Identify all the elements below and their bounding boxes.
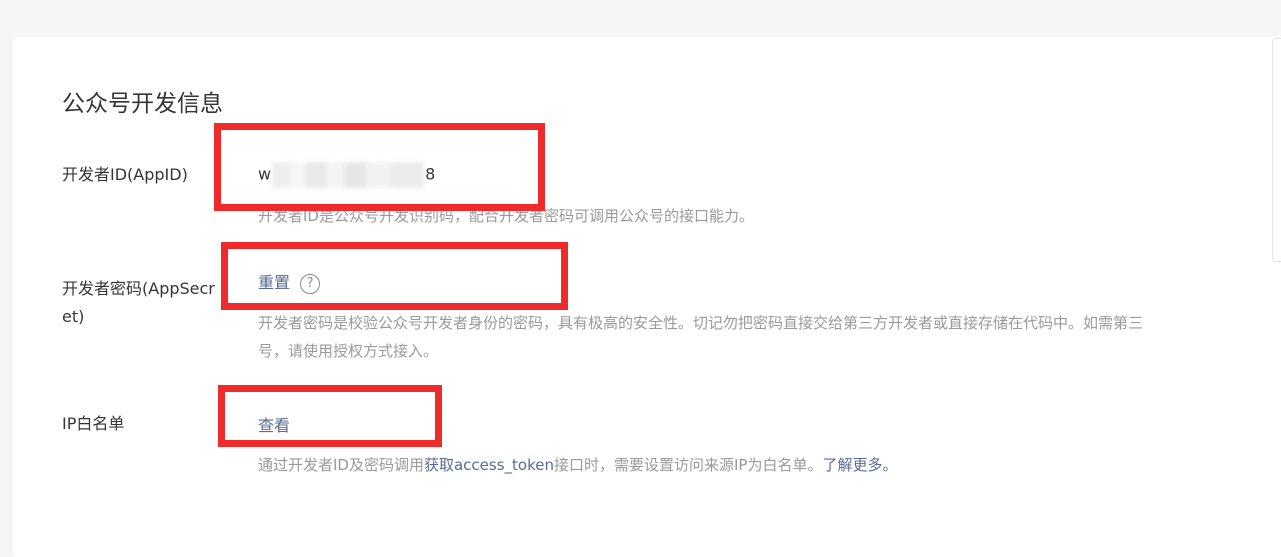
access-token-link[interactable]: 获取access_token bbox=[424, 456, 554, 474]
page-title: 公众号开发信息 bbox=[62, 91, 223, 117]
annotation-box-ip-whitelist bbox=[218, 385, 442, 447]
appid-label: 开发者ID(AppID) bbox=[62, 165, 188, 184]
ip-whitelist-description: 通过开发者ID及密码调用获取access_token接口时，需要设置访问来源IP… bbox=[258, 451, 897, 479]
desc-text-mid: 接口时，需要设置访问来源IP为白名单。 bbox=[553, 456, 823, 474]
ip-whitelist-label: IP白名单 bbox=[62, 414, 125, 433]
annotation-box-appsecret bbox=[221, 242, 568, 310]
appsecret-description-line1: 开发者密码是校验公众号开发者身份的密码，具有极高的安全性。切记勿把密码直接交给第… bbox=[258, 314, 1144, 332]
learn-more-link[interactable]: 了解更多。 bbox=[822, 456, 897, 474]
appsecret-description-line2: 号，请使用授权方式接入。 bbox=[258, 342, 439, 360]
appsecret-label: 开发者密码(AppSecret) bbox=[62, 279, 215, 326]
side-panel-edge bbox=[1272, 38, 1281, 262]
desc-text-pre: 通过开发者ID及密码调用 bbox=[258, 456, 424, 474]
annotation-box-appid bbox=[214, 123, 545, 211]
